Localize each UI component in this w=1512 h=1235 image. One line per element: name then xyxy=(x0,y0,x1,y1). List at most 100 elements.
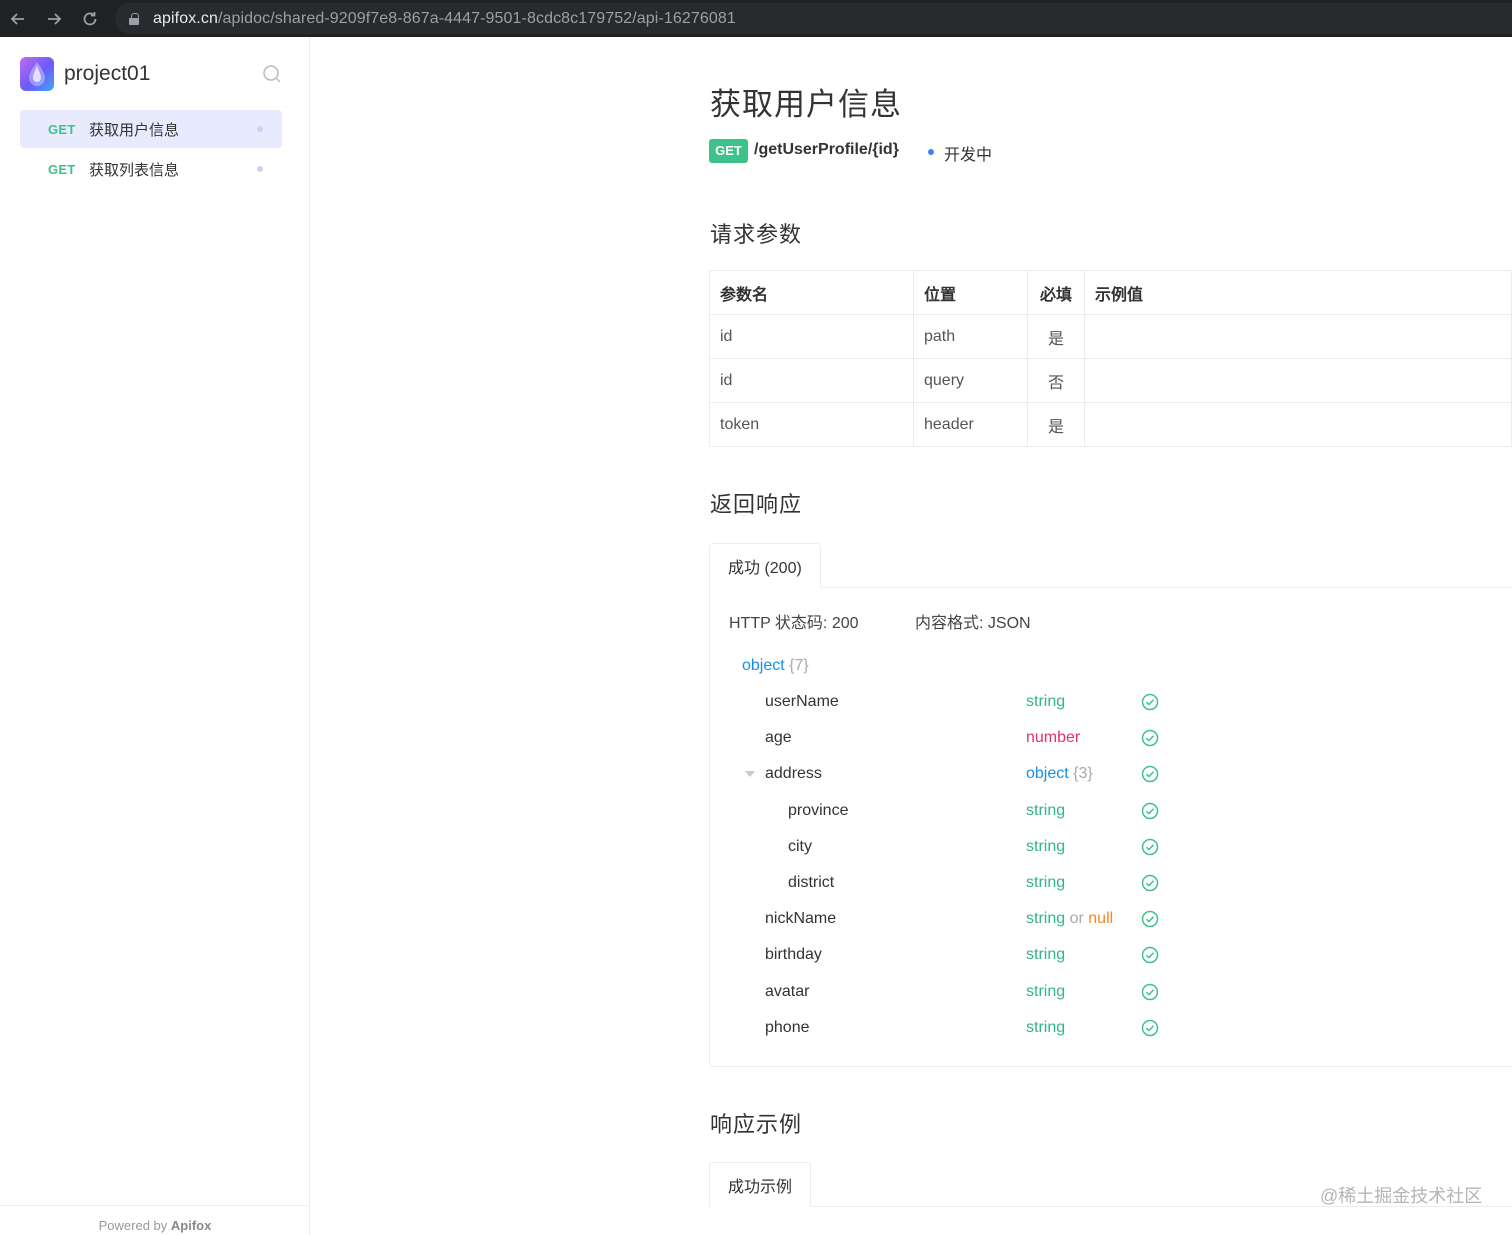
schema-row: nickName string or null xyxy=(740,902,1160,938)
field-name: age xyxy=(765,729,792,747)
object-count: {3} xyxy=(1073,765,1093,783)
collapse-caret-icon[interactable] xyxy=(745,771,755,778)
page-title: 获取用户信息 xyxy=(710,87,902,122)
project-header: project01 xyxy=(20,57,150,91)
response-heading: 返回响应 xyxy=(710,492,803,517)
status-dot xyxy=(928,149,934,155)
required-check-icon xyxy=(1141,729,1159,747)
method-label: GET xyxy=(48,161,76,177)
status-badge: 开发中 xyxy=(944,147,993,164)
field-name: nickName xyxy=(765,910,837,928)
schema-root: object {7} xyxy=(742,657,809,675)
type-label: string xyxy=(1026,837,1066,855)
powered-prefix: Powered by xyxy=(98,1218,168,1233)
required-check-icon xyxy=(1141,947,1159,964)
field-name: address xyxy=(765,765,822,783)
field-type: string xyxy=(1026,1019,1065,1037)
param-example xyxy=(1084,314,1512,359)
param-name: id xyxy=(709,358,914,403)
url-text: apifox.cn/apidoc/shared-9209f7e8-867a-44… xyxy=(153,9,736,27)
field-name: phone xyxy=(765,1018,810,1036)
field-type: string xyxy=(1026,802,1065,820)
sidebar-item-get-list-info[interactable]: GET 获取列表信息 xyxy=(20,150,282,188)
api-path: /getUserProfile/{id} xyxy=(754,141,899,158)
field-name: userName xyxy=(765,693,839,710)
response-example-heading: 响应示例 xyxy=(710,1112,803,1137)
field-name: birthday xyxy=(765,946,822,964)
param-name: token xyxy=(709,402,914,447)
param-required: 否 xyxy=(1027,358,1085,403)
type-label: string xyxy=(1026,1018,1066,1036)
tab-success-200[interactable]: 成功 (200) xyxy=(709,543,821,588)
field-type: string xyxy=(1026,983,1065,1001)
param-position: header xyxy=(913,402,1028,447)
field-name: province xyxy=(788,801,849,819)
param-position: query xyxy=(913,358,1028,403)
powered-brand[interactable]: Apifox xyxy=(171,1218,211,1233)
sidebar-item-get-user-info[interactable]: GET 获取用户信息 xyxy=(20,110,282,148)
field-type: string xyxy=(1026,946,1065,964)
project-name: project01 xyxy=(64,62,151,85)
request-params-heading: 请求参数 xyxy=(710,222,803,247)
param-required: 是 xyxy=(1027,402,1085,447)
status-dot xyxy=(257,166,263,172)
powered-by-footer: Powered by Apifox xyxy=(0,1205,310,1235)
required-check-icon xyxy=(1141,983,1159,1000)
type-label: string xyxy=(1026,910,1066,928)
table-row: token header 是 xyxy=(709,402,1512,447)
method-label: GET xyxy=(48,121,76,137)
field-type: string xyxy=(1026,874,1065,892)
required-check-icon xyxy=(1141,838,1159,856)
lock-icon xyxy=(129,12,139,25)
col-header-example: 示例值 xyxy=(1084,270,1512,315)
main-content: 获取用户信息 GET /getUserProfile/{id} 开发中 请求参数… xyxy=(310,37,1512,1235)
param-example xyxy=(1084,358,1512,403)
content-format: 内容格式: JSON xyxy=(915,615,1031,632)
required-check-icon xyxy=(1141,802,1159,819)
type-label: object xyxy=(1026,765,1069,783)
field-type: string xyxy=(1026,838,1065,856)
field-type: string xyxy=(1026,693,1065,711)
col-header-name: 参数名 xyxy=(709,270,914,315)
required-check-icon xyxy=(1141,1019,1159,1037)
type-label: string xyxy=(1026,801,1066,819)
tab-divider xyxy=(709,587,1512,588)
param-position: path xyxy=(913,314,1028,359)
apifox-logo-icon xyxy=(20,57,54,91)
params-table: 参数名 位置 必填 示例值 id path 是 id query 否 token… xyxy=(709,270,1512,447)
schema-row: age number xyxy=(740,721,1160,757)
http-status-code: HTTP 状态码: 200 xyxy=(729,615,859,632)
watermark: @稀土掘金技术社区 xyxy=(1320,1186,1483,1206)
required-check-icon xyxy=(1141,910,1159,928)
schema-row: phone string xyxy=(740,1011,1160,1047)
search-icon[interactable] xyxy=(262,64,282,84)
type-label: string xyxy=(1026,693,1066,710)
status-dot xyxy=(257,126,263,132)
param-example xyxy=(1084,402,1512,447)
reload-icon[interactable] xyxy=(72,0,108,37)
field-name: city xyxy=(788,837,812,855)
type-alt-null: null xyxy=(1088,910,1114,928)
schema-row: userName string xyxy=(740,685,1160,721)
tab-success-example[interactable]: 成功示例 xyxy=(709,1162,812,1207)
back-arrow-icon[interactable] xyxy=(0,0,36,37)
schema-row: district string xyxy=(740,866,1160,902)
address-bar[interactable]: apifox.cn/apidoc/shared-9209f7e8-867a-44… xyxy=(115,3,1512,34)
browser-toolbar: apifox.cn/apidoc/shared-9209f7e8-867a-44… xyxy=(0,0,1512,37)
sidebar-item-label: 获取列表信息 xyxy=(89,161,180,179)
method-badge: GET xyxy=(709,139,748,163)
type-label: string xyxy=(1026,982,1066,1000)
type-or: or xyxy=(1069,910,1084,928)
table-row: id query 否 xyxy=(709,358,1512,403)
forward-arrow-icon[interactable] xyxy=(36,0,72,37)
field-type: string or null xyxy=(1026,910,1113,928)
sidebar-item-label: 获取用户信息 xyxy=(89,121,180,139)
table-row: id path 是 xyxy=(709,314,1512,359)
root-count: {7} xyxy=(789,657,809,674)
type-label: number xyxy=(1026,729,1081,747)
field-type: object {3} xyxy=(1026,765,1093,783)
root-type: object xyxy=(742,657,785,674)
schema-row: avatar string xyxy=(740,975,1160,1011)
schema-row: address object {3} xyxy=(740,757,1160,793)
schema-row: birthday string xyxy=(740,938,1160,974)
